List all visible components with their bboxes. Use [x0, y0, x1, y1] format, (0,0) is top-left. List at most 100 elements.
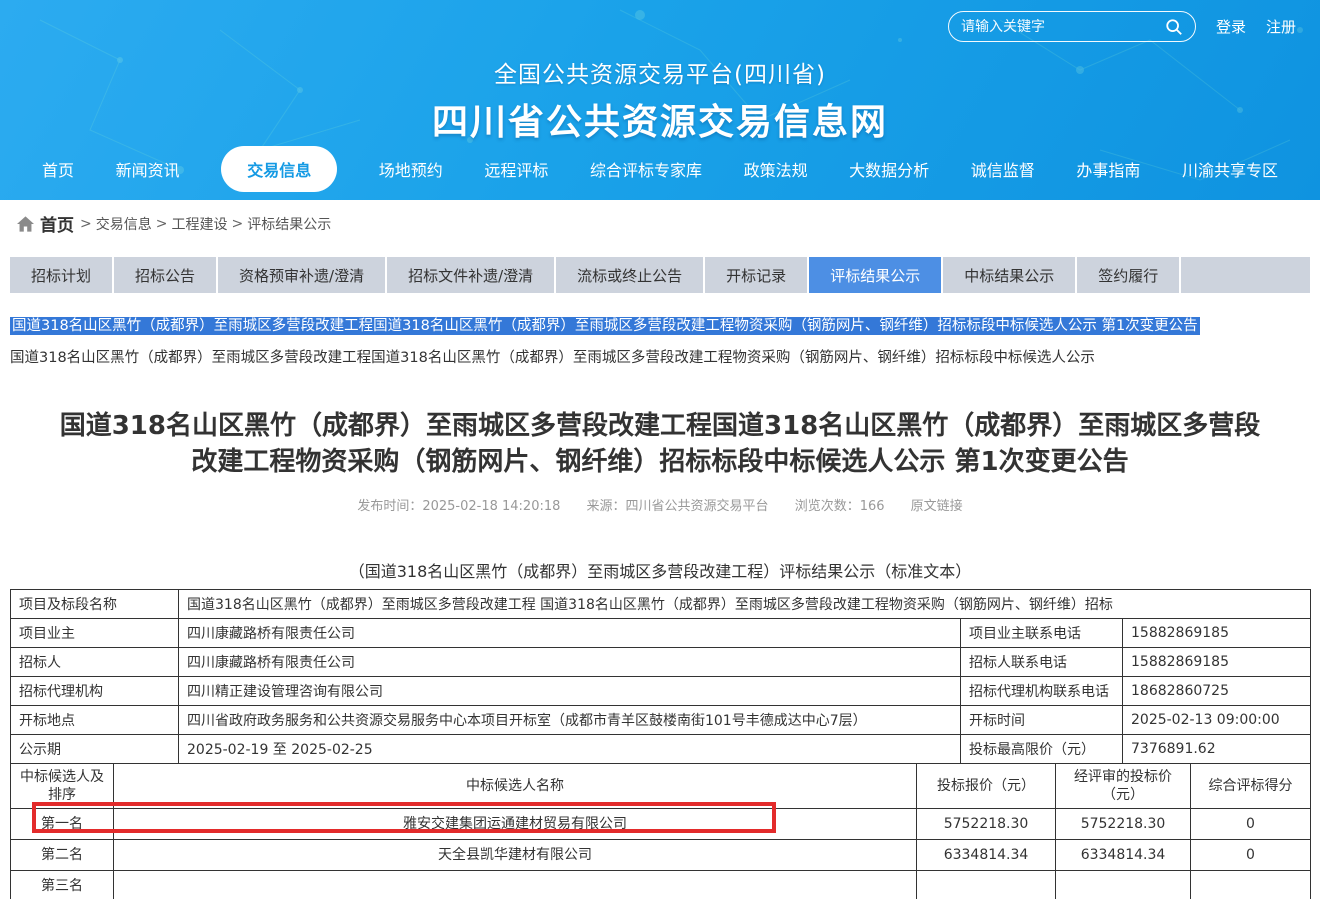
nav-item-remote-evaluation[interactable]: 远程评标 — [484, 157, 548, 181]
row-label: 开标地点 — [11, 706, 179, 735]
row-label: 招标代理机构 — [11, 677, 179, 706]
breadcrumb-engineering[interactable]: 工程建设 — [171, 214, 227, 234]
nav-item-venue-booking[interactable]: 场地预约 — [379, 157, 443, 181]
row-value: 7376891.62 — [1123, 735, 1311, 764]
search-input[interactable] — [961, 19, 1165, 35]
category-tabs: 招标计划 招标公告 资格预审补遗/澄清 招标文件补遗/澄清 流标或终止公告 开标… — [10, 257, 1310, 293]
candidate-bid-price — [917, 871, 1056, 899]
breadcrumb-separator: > — [80, 216, 92, 232]
row-value: 四川康藏路桥有限责任公司 — [179, 619, 961, 648]
nav-item-integrity[interactable]: 诚信监督 — [971, 157, 1035, 181]
column-header: 经评审的投标价（元） — [1056, 764, 1191, 809]
breadcrumb-trade-info[interactable]: 交易信息 — [96, 214, 152, 234]
list-item[interactable]: 国道318名山区黑竹（成都界）至雨城区多营段改建工程国道318名山区黑竹（成都界… — [10, 348, 1310, 368]
row-value: 2025-02-13 09:00:00 — [1123, 706, 1311, 735]
candidates-table: 中标候选人及排序 中标候选人名称 投标报价（元） 经评审的投标价（元） 综合评标… — [10, 763, 1311, 899]
nav-item-news[interactable]: 新闻资讯 — [116, 157, 180, 181]
column-header: 中标候选人及排序 — [11, 764, 114, 809]
row-label: 招标代理机构联系电话 — [961, 677, 1123, 706]
tab-bid-plan[interactable]: 招标计划 — [10, 257, 112, 293]
publish-time: 发布时间：2025-02-18 14:20:18 — [357, 499, 560, 514]
row-value: 15882869185 — [1123, 648, 1311, 677]
candidate-name — [114, 871, 917, 899]
tab-bid-announcement[interactable]: 招标公告 — [114, 257, 216, 293]
row-value: 四川精正建设管理咨询有限公司 — [179, 677, 961, 706]
candidates-header-row: 中标候选人及排序 中标候选人名称 投标报价（元） 经评审的投标价（元） 综合评标… — [11, 764, 1311, 809]
nav-item-service-guide[interactable]: 办事指南 — [1076, 157, 1140, 181]
row-label: 投标最高限价（元） — [961, 735, 1123, 764]
candidate-rank: 第三名 — [11, 871, 114, 899]
row-label: 公示期 — [11, 735, 179, 764]
list-item[interactable]: 国道318名山区黑竹（成都界）至雨城区多营段改建工程国道318名山区黑竹（成都界… — [10, 316, 1310, 336]
candidate-reviewed-price — [1056, 871, 1191, 899]
site-header: 登录 注册 全国公共资源交易平台(四川省) 四川省公共资源交易信息网 首页 新闻… — [0, 0, 1320, 200]
row-label: 开标时间 — [961, 706, 1123, 735]
nav-item-big-data[interactable]: 大数据分析 — [849, 157, 929, 181]
column-header: 投标报价（元） — [917, 764, 1056, 809]
table-row: 项目及标段名称 国道318名山区黑竹（成都界）至雨城区多营段改建工程 国道318… — [11, 590, 1311, 619]
candidate-reviewed-price: 5752218.30 — [1056, 809, 1191, 840]
row-label: 项目及标段名称 — [11, 590, 179, 619]
tab-contract-performance[interactable]: 签约履行 — [1077, 257, 1179, 293]
breadcrumb-home[interactable]: 首页 — [40, 211, 74, 236]
source: 来源：四川省公共资源交易平台 — [587, 499, 769, 514]
candidate-name: 雅安交建集团运通建材贸易有限公司 — [114, 809, 917, 840]
row-value: 四川省政府政务服务和公共资源交易服务中心本项目开标室（成都市青羊区鼓楼南街101… — [179, 706, 961, 735]
candidates-table-wrap: 中标候选人及排序 中标候选人名称 投标报价（元） 经评审的投标价（元） 综合评标… — [10, 763, 1310, 899]
candidate-row-second: 第二名 天全县凯华建材有限公司 6334814.34 6334814.34 0 — [11, 840, 1311, 871]
nav-item-policies[interactable]: 政策法规 — [744, 157, 808, 181]
search-icon[interactable] — [1165, 18, 1183, 36]
nav-item-expert-pool[interactable]: 综合评标专家库 — [590, 157, 702, 181]
candidate-score — [1191, 871, 1311, 899]
row-label: 招标人联系电话 — [961, 648, 1123, 677]
candidate-bid-price: 5752218.30 — [917, 809, 1056, 840]
site-titles: 全国公共资源交易平台(四川省) 四川省公共资源交易信息网 — [0, 55, 1320, 145]
row-value: 四川康藏路桥有限责任公司 — [179, 648, 961, 677]
breadcrumb-separator: > — [231, 216, 243, 232]
tab-prequalification-addendum[interactable]: 资格预审补遗/澄清 — [218, 257, 385, 293]
breadcrumb-evaluation-result[interactable]: 评标结果公示 — [247, 214, 331, 234]
row-value: 18682860725 — [1123, 677, 1311, 706]
candidate-row-first: 第一名 雅安交建集团运通建材贸易有限公司 5752218.30 5752218.… — [11, 809, 1311, 840]
result-list: 国道318名山区黑竹（成都界）至雨城区多营段改建工程国道318名山区黑竹（成都界… — [10, 316, 1310, 368]
search-box[interactable] — [948, 11, 1196, 42]
row-value: 国道318名山区黑竹（成都界）至雨城区多营段改建工程 国道318名山区黑竹（成都… — [179, 590, 1311, 619]
breadcrumb: 首页 > 交易信息 > 工程建设 > 评标结果公示 — [0, 200, 1320, 247]
column-header: 中标候选人名称 — [114, 764, 917, 809]
register-link[interactable]: 注册 — [1266, 16, 1296, 37]
list-item-selected[interactable]: 国道318名山区黑竹（成都界）至雨城区多营段改建工程国道318名山区黑竹（成都界… — [10, 317, 1200, 335]
tab-failed-or-terminated[interactable]: 流标或终止公告 — [556, 257, 703, 293]
tab-bid-opening-record[interactable]: 开标记录 — [705, 257, 807, 293]
site-main-title: 四川省公共资源交易信息网 — [0, 93, 1320, 145]
table-caption: （国道318名山区黑竹（成都界）至雨城区多营段改建工程）评标结果公示（标准文本） — [0, 558, 1320, 582]
page-title: 国道318名山区黑竹（成都界）至雨城区多营段改建工程国道318名山区黑竹（成都界… — [14, 408, 1306, 480]
view-count: 浏览次数：166 — [795, 499, 885, 514]
candidate-bid-price: 6334814.34 — [917, 840, 1056, 871]
candidate-score: 0 — [1191, 809, 1311, 840]
tab-bid-doc-addendum[interactable]: 招标文件补遗/澄清 — [387, 257, 554, 293]
page-title-line1: 国道318名山区黑竹（成都界）至雨城区多营段改建工程国道318名山区黑竹（成都界… — [14, 408, 1306, 444]
login-link[interactable]: 登录 — [1216, 16, 1246, 37]
row-label: 项目业主联系电话 — [961, 619, 1123, 648]
candidate-reviewed-price: 6334814.34 — [1056, 840, 1191, 871]
table-row: 开标地点 四川省政府政务服务和公共资源交易服务中心本项目开标室（成都市青羊区鼓楼… — [11, 706, 1311, 735]
nav-item-trade-info[interactable]: 交易信息 — [221, 146, 337, 192]
nav-item-chuanyu-zone[interactable]: 川渝共享专区 — [1182, 157, 1278, 181]
table-row: 公示期 2025-02-19 至 2025-02-25 投标最高限价（元） 73… — [11, 735, 1311, 764]
breadcrumb-separator: > — [156, 216, 168, 232]
table-row: 招标代理机构 四川精正建设管理咨询有限公司 招标代理机构联系电话 1868286… — [11, 677, 1311, 706]
home-icon — [17, 216, 34, 232]
table-row: 招标人 四川康藏路桥有限责任公司 招标人联系电话 15882869185 — [11, 648, 1311, 677]
page-title-line2: 改建工程物资采购（钢筋网片、钢纤维）招标标段中标候选人公示 第1次变更公告 — [14, 444, 1306, 480]
candidate-rank: 第一名 — [11, 809, 114, 840]
candidate-score: 0 — [1191, 840, 1311, 871]
tab-evaluation-result[interactable]: 评标结果公示 — [809, 257, 941, 293]
tab-award-result[interactable]: 中标结果公示 — [943, 257, 1075, 293]
result-tables: 项目及标段名称 国道318名山区黑竹（成都界）至雨城区多营段改建工程 国道318… — [10, 589, 1310, 899]
top-utility-bar: 登录 注册 — [948, 11, 1296, 42]
row-value: 15882869185 — [1123, 619, 1311, 648]
original-link[interactable]: 原文链接 — [911, 499, 963, 514]
row-label: 项目业主 — [11, 619, 179, 648]
nav-item-home[interactable]: 首页 — [42, 157, 74, 181]
candidate-name: 天全县凯华建材有限公司 — [114, 840, 917, 871]
